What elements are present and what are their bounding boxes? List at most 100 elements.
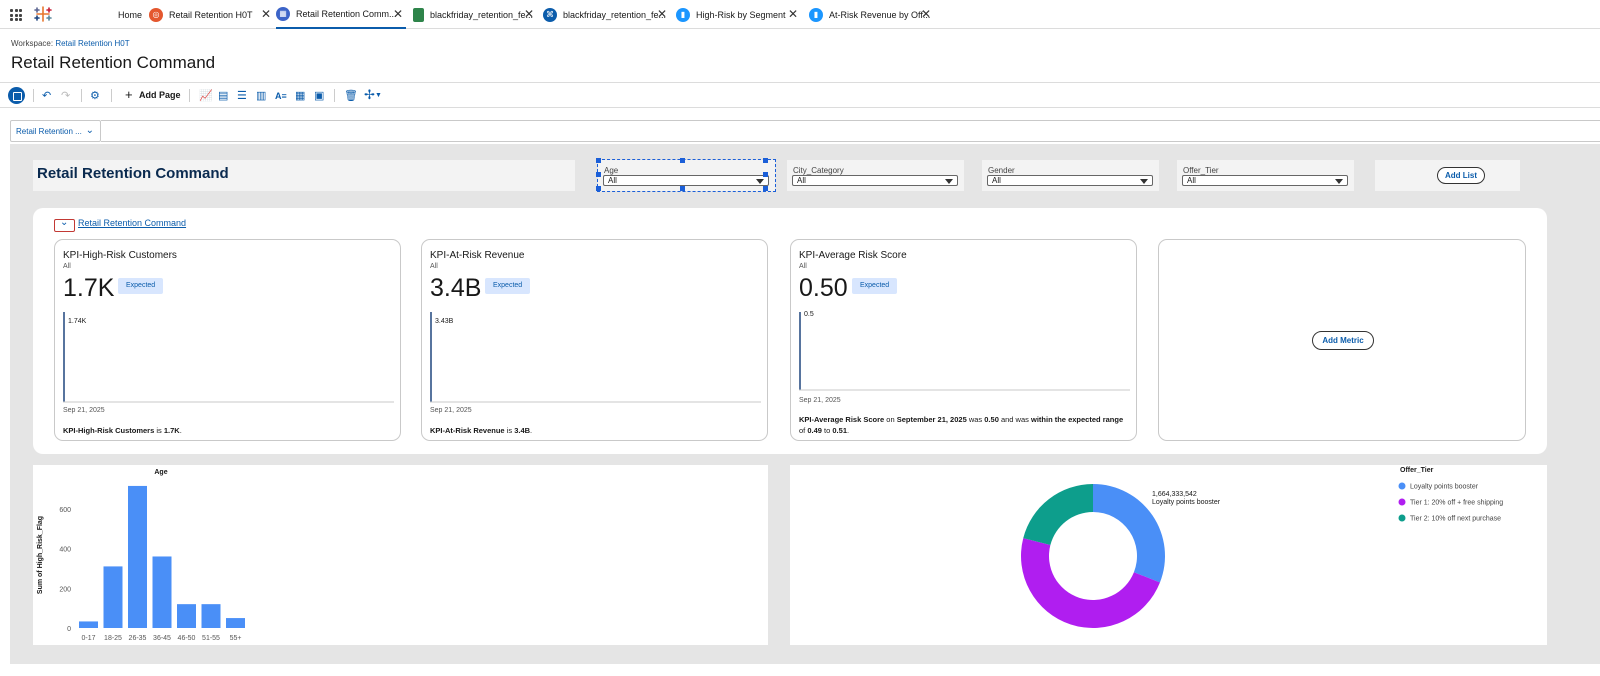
page-selector[interactable]: Retail Retention ... ⌄: [10, 120, 101, 142]
resize-handle[interactable]: [680, 158, 685, 163]
annotation-value: 1,664,333,542: [1152, 491, 1197, 498]
line-chart-icon[interactable]: 📈: [199, 89, 213, 102]
move-icon[interactable]: ✢: [364, 87, 375, 103]
resize-handle[interactable]: [596, 172, 601, 177]
resize-handle[interactable]: [763, 158, 768, 163]
toolbar: ↶ ↷ ⚙ + Add Page 📈 ▤ ☰ ▥ A≡ ▦ ▣ 🗑 ✢ ▼: [0, 82, 1600, 108]
spark-label: 3.43B: [435, 318, 454, 325]
tab-data-model[interactable]: ⌘ blackfriday_retention_fe... ✕: [543, 0, 667, 29]
kpi-sparkline: 0.5: [799, 311, 1130, 391]
workspace-breadcrumb: Workspace: Retail Retention H0T: [11, 39, 130, 48]
kpi-date: Sep 21, 2025: [430, 407, 472, 414]
filter-icon[interactable]: ▦: [295, 89, 305, 102]
list-icon[interactable]: ☰: [237, 89, 247, 102]
close-icon[interactable]: ✕: [261, 7, 271, 21]
kpi-description: KPI-High-Risk Customers is 1.7K.: [63, 425, 393, 436]
close-icon[interactable]: ✕: [524, 7, 534, 21]
tab-bar: Home ◎ Retail Retention H0T ✕ ▦ Retail R…: [0, 0, 1600, 29]
settings-gear-icon[interactable]: ⚙: [90, 89, 100, 102]
kpi-description-run: on: [884, 415, 897, 424]
dashboard-icon: ▦: [276, 6, 290, 21]
resize-handle[interactable]: [680, 186, 685, 191]
undo-icon[interactable]: ↶: [42, 89, 51, 102]
kpi-description-run: 3.4B: [514, 426, 531, 435]
kpi-card-high-risk-customers[interactable]: KPI-High-Risk Customers All 1.7K Expecte…: [54, 239, 401, 441]
text-box-icon[interactable]: ▤: [218, 89, 228, 102]
kpi-description-run: is: [154, 426, 164, 435]
delete-trash-icon[interactable]: 🗑: [344, 89, 358, 102]
legend-entry: Loyalty points booster: [1410, 484, 1479, 491]
close-icon[interactable]: ✕: [921, 7, 931, 21]
y-tick-label: 200: [59, 586, 71, 593]
bar-chart-age: Age Sum of High_Risk_Flag 0 200 400 600 0-17 18…: [37, 469, 245, 642]
tab-high-risk-segment[interactable]: ▮ High-Risk by Segment ✕: [676, 0, 804, 29]
close-icon[interactable]: ✕: [788, 7, 798, 21]
kpi-subtitle: All: [430, 263, 438, 270]
tab-label: Retail Retention Comm...: [296, 8, 397, 19]
viz-icon: ▮: [809, 7, 823, 22]
filter-age[interactable]: Age All: [597, 159, 776, 192]
edit-mode-button[interactable]: [8, 87, 25, 104]
kpi-card-average-risk-score[interactable]: KPI-Average Risk Score All 0.50 Expected…: [790, 239, 1137, 441]
viz-icon: ▮: [676, 7, 690, 22]
donut-chart-container[interactable]: 1,664,333,542 Loyalty points booster Offer…: [790, 465, 1547, 645]
text-format-icon[interactable]: A≡: [275, 91, 287, 101]
filter-select[interactable]: All: [987, 175, 1153, 186]
x-tick-label: 0-17: [81, 635, 95, 642]
tab-workspace[interactable]: ◎ Retail Retention H0T ✕: [149, 0, 271, 29]
workspace-link[interactable]: Retail Retention H0T: [55, 39, 129, 48]
add-metric-button[interactable]: Add Metric: [1312, 331, 1374, 350]
kpi-description-run: 0.49: [807, 426, 822, 435]
filter-select[interactable]: All: [603, 175, 769, 186]
kpi-status-badge: Expected: [852, 278, 898, 294]
resize-handle[interactable]: [596, 186, 601, 191]
dashboard-title-box[interactable]: Retail Retention Command: [33, 160, 575, 191]
kpi-card-at-risk-revenue[interactable]: KPI-At-Risk Revenue All 3.4B Expected 3.…: [421, 239, 768, 441]
filter-gender[interactable]: Gender All: [982, 160, 1159, 191]
resize-handle[interactable]: [596, 158, 601, 163]
close-icon[interactable]: ✕: [393, 7, 403, 21]
legend-swatch: [1398, 498, 1406, 506]
workspace-icon: ◎: [149, 7, 163, 22]
kpi-sparkline: 3.43B: [430, 312, 761, 403]
add-list-button[interactable]: Add List: [1437, 167, 1485, 184]
tab-label: blackfriday_retention_fe...: [563, 9, 667, 20]
kpi-description-run: 0.51: [832, 426, 847, 435]
resize-handle[interactable]: [763, 186, 768, 191]
tab-home[interactable]: Home: [118, 0, 142, 29]
container-icon[interactable]: ▣: [314, 89, 324, 102]
kpi-description: KPI-At-Risk Revenue is 3.4B.: [430, 425, 760, 436]
tab-label: At-Risk Revenue by Off...: [829, 9, 931, 20]
x-tick-label: 51-55: [202, 635, 220, 642]
tab-at-risk-revenue[interactable]: ▮ At-Risk Revenue by Off... ✕: [809, 0, 934, 29]
x-tick-label: 26-35: [129, 635, 147, 642]
layers-icon[interactable]: ▥: [256, 89, 266, 102]
add-list-box: Add List: [1375, 160, 1520, 191]
x-tick-label: 55+: [230, 635, 242, 642]
tableau-logo-icon: [34, 6, 52, 22]
filter-select[interactable]: All: [792, 175, 958, 186]
chevron-down-icon[interactable]: ▼: [375, 92, 382, 99]
bar: [79, 621, 98, 628]
chart-title: Age: [154, 469, 167, 476]
x-tick-label: 18-25: [104, 635, 122, 642]
x-tick-label: 46-50: [178, 635, 196, 642]
app-launcher-icon[interactable]: [10, 9, 22, 21]
redo-icon[interactable]: ↷: [61, 89, 70, 102]
kpi-section-link[interactable]: Retail Retention Command: [78, 218, 186, 228]
chevron-down-icon: ⌄: [60, 217, 69, 228]
add-page-button[interactable]: Add Page: [139, 90, 181, 100]
page-selector-bar: [101, 120, 1600, 142]
bar-chart-container[interactable]: Age Sum of High_Risk_Flag 0 200 400 600 0-17 18…: [33, 465, 768, 645]
collapse-toggle[interactable]: ⌄: [54, 217, 75, 232]
resize-handle[interactable]: [763, 172, 768, 177]
tab-csv-file[interactable]: blackfriday_retention_fe... ✕: [413, 0, 534, 29]
filter-offer-tier[interactable]: Offer_Tier All: [1177, 160, 1354, 191]
tab-dashboard[interactable]: ▦ Retail Retention Comm... ✕: [276, 0, 406, 29]
filter-select[interactable]: All: [1182, 175, 1348, 186]
close-icon[interactable]: ✕: [657, 7, 667, 21]
kpi-value: 0.50: [799, 274, 848, 302]
add-icon: +: [125, 87, 133, 102]
filter-city-category[interactable]: City_Category All: [787, 160, 964, 191]
kpi-card-add-metric[interactable]: Add Metric: [1158, 239, 1526, 441]
